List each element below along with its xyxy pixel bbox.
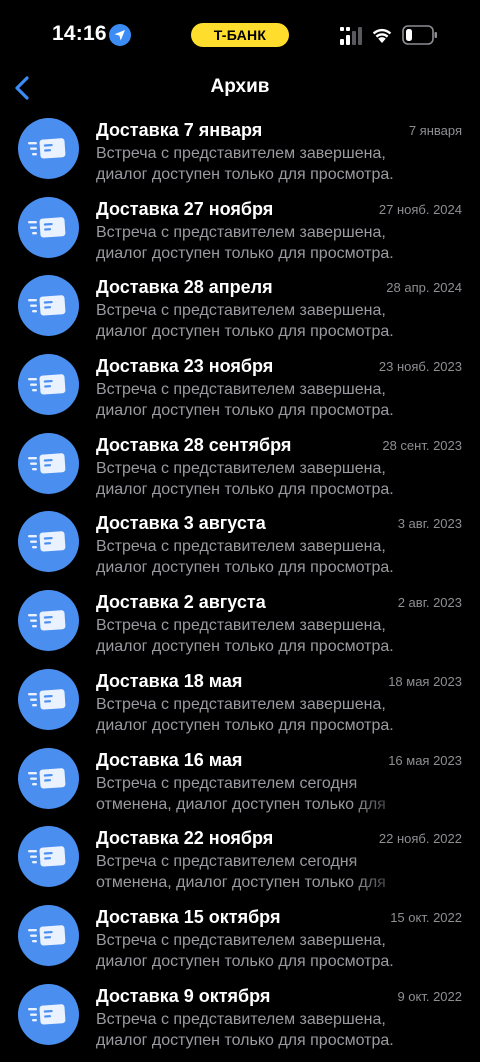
list-item[interactable]: Доставка 28 сентября 28 сент. 2023 Встре… [0,432,480,512]
avatar [18,511,79,573]
nav-bar: Архив [0,70,480,116]
item-title: Доставка 23 ноября [96,356,274,377]
list-item[interactable]: Доставка 9 октября 9 окт. 2022 Встреча с… [0,983,480,1062]
avatar [18,432,79,494]
item-date: 16 мая 2023 [388,752,462,768]
item-title: Доставка 2 августа [96,592,266,613]
cellular-signal-icon [340,27,362,45]
delivery-card-icon [28,610,66,631]
avatar [18,275,79,337]
list-item[interactable]: Доставка 15 октября 15 окт. 2022 Встреча… [0,904,480,984]
item-preview: Встреча с представителем завершена, диал… [96,617,394,656]
delivery-card-icon [28,216,66,238]
delivery-card-icon [28,925,66,946]
item-date: 3 авг. 2023 [397,516,462,532]
list-item[interactable]: Доставка 2 августа 2 авг. 2023 Встреча с… [0,590,480,669]
wifi-icon [372,28,392,43]
location-arrow-icon [109,24,131,46]
avatar [18,904,79,966]
delivery-card-icon [28,295,66,316]
item-date: 15 окт. 2022 [390,909,462,925]
item-preview: Встреча с представителем завершена, диал… [96,695,394,734]
avatar [18,590,79,652]
bank-badge[interactable]: T-БАНК [191,23,289,47]
item-date: 22 нояб. 2022 [378,831,462,847]
battery-icon [402,25,437,45]
avatar [18,826,79,888]
list-item[interactable]: Доставка 22 ноября 22 нояб. 2022 Встреча… [0,826,480,905]
item-title: Доставка 27 ноября [96,198,274,219]
page-title: Архив [210,76,270,97]
status-bar: 14:16 T-БАНК [0,0,480,70]
item-preview: Встреча с представителем сегодня отменен… [96,774,386,813]
archive-list: Доставка 7 января 7 января Встреча с пре… [0,118,480,1062]
item-title: Доставка 22 ноября [96,828,274,849]
list-item[interactable]: Доставка 7 января 7 января Встреча с пре… [0,118,480,197]
list-item[interactable]: Доставка 27 ноября 27 нояб. 2024 Встреча… [0,196,480,276]
item-title: Доставка 9 октября [96,985,271,1006]
list-item[interactable]: Доставка 16 мая 16 мая 2023 Встреча с пр… [0,747,480,827]
item-date: 7 января [408,123,462,138]
item-title: Доставка 7 января [96,120,263,140]
avatar [18,118,79,179]
avatar [18,983,79,1045]
item-preview: Встреча с представителем завершена, диал… [96,145,394,183]
delivery-card-icon [28,846,66,867]
item-date: 2 авг. 2023 [397,595,462,611]
item-preview: Встреча с представителем завершена, диал… [96,302,394,341]
item-date: 27 нояб. 2024 [378,201,462,217]
item-title: Доставка 3 августа [96,513,266,534]
item-date: 23 нояб. 2023 [378,359,462,375]
delivery-card-icon [28,138,66,159]
list-item[interactable]: Доставка 28 апреля 28 апр. 2024 Встреча … [0,275,480,354]
delivery-card-icon [28,689,66,710]
item-date: 28 апр. 2024 [386,280,462,296]
item-preview: Встреча с представителем завершена, диал… [96,538,394,577]
item-preview: Встреча с представителем сегодня отменен… [96,853,386,892]
item-date: 28 сент. 2023 [382,437,462,453]
delivery-card-icon [28,1003,66,1025]
list-item[interactable]: Доставка 18 мая 18 мая 2023 Встреча с пр… [0,668,480,748]
item-title: Доставка 16 мая [96,749,243,770]
item-date: 9 окт. 2022 [397,988,462,1004]
item-preview: Встреча с представителем завершена, диал… [96,459,394,498]
item-title: Доставка 15 октября [96,906,281,927]
item-preview: Встреча с представителем завершена, диал… [96,381,394,420]
avatar [18,668,79,730]
delivery-card-icon [28,767,66,789]
delivery-card-icon [28,374,66,395]
list-item[interactable]: Доставка 3 августа 3 авг. 2023 Встреча с… [0,511,480,590]
item-title: Доставка 28 сентября [96,434,292,455]
item-title: Доставка 28 апреля [96,277,273,298]
item-preview: Встреча с представителем завершена, диал… [96,1010,394,1049]
item-preview: Встреча с представителем завершена, диал… [96,223,394,262]
list-item[interactable]: Доставка 23 ноября 23 нояб. 2023 Встреча… [0,354,480,433]
item-preview: Встреча с представителем завершена, диал… [96,931,394,970]
item-date: 18 мая 2023 [388,673,462,689]
item-title: Доставка 18 мая [96,670,243,691]
delivery-card-icon [28,531,66,552]
delivery-card-icon [28,452,66,474]
avatar [18,747,79,809]
status-time: 14:16 [52,22,107,45]
avatar [18,196,79,258]
avatar [18,354,79,416]
